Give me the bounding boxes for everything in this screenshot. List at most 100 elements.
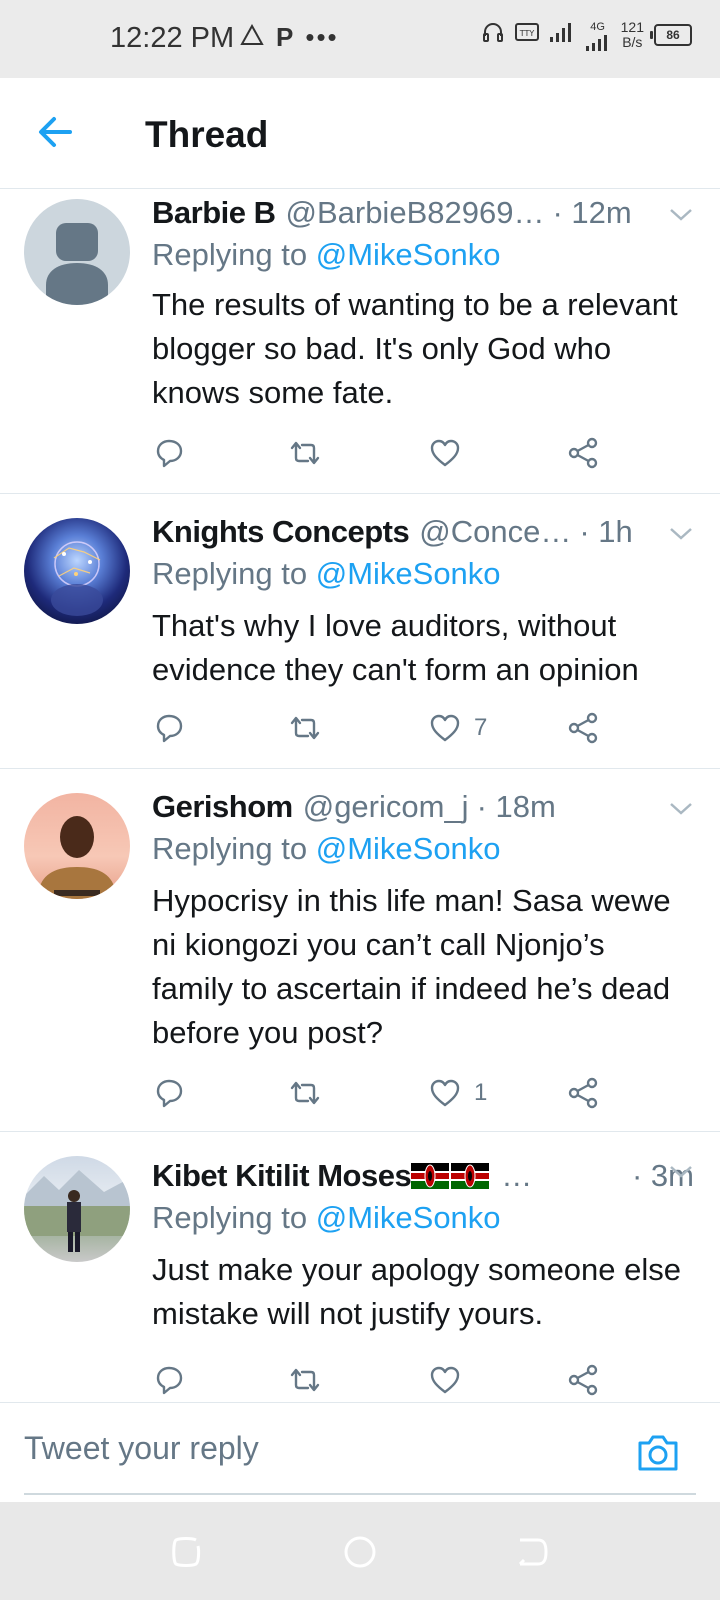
avatar[interactable]	[24, 793, 130, 899]
tweet-text: The results of wanting to be a relevant …	[152, 287, 678, 410]
default-avatar-icon	[46, 223, 108, 305]
reply-button[interactable]	[152, 1360, 186, 1400]
back-button[interactable]	[34, 110, 78, 154]
tweet-author-handle[interactable]: @BarbieB82969…	[285, 195, 544, 231]
tweet-timestamp: · 12m	[552, 195, 632, 230]
like-count: 1	[474, 1079, 488, 1106]
headphones-icon	[481, 20, 505, 49]
warning-icon	[240, 22, 264, 53]
brain-network-avatar-icon	[51, 541, 103, 616]
heart-icon	[430, 1366, 460, 1394]
reply-icon	[156, 1079, 183, 1108]
share-button[interactable]	[566, 433, 600, 473]
replying-to: Replying to @MikeSonko	[152, 831, 501, 866]
share-button[interactable]	[566, 1073, 600, 1113]
reply-button[interactable]	[152, 433, 186, 473]
camera-icon	[638, 1435, 678, 1471]
heart-icon	[430, 1079, 460, 1107]
avatar[interactable]	[24, 518, 130, 624]
retweet-icon	[290, 1081, 320, 1105]
recent-apps-button[interactable]	[166, 1532, 206, 1572]
system-nav-bar	[0, 1502, 720, 1600]
tweet-author-handle[interactable]: @gericom_j	[303, 789, 469, 825]
tweet-actions	[152, 433, 612, 473]
tweet-text: Just make your apology someone else mist…	[152, 1252, 682, 1331]
chevron-down-icon[interactable]	[668, 799, 694, 819]
reply-button[interactable]	[152, 1073, 186, 1113]
tweet[interactable]: Kibet Kitilit Moses … · 3m Replying to @…	[0, 1132, 720, 1402]
tweet-author-handle[interactable]: …	[501, 1158, 532, 1194]
home-circle-icon	[344, 1536, 376, 1568]
tweet[interactable]: Knights Concepts @Conce… · 1h Replying t…	[0, 494, 720, 769]
retweet-button[interactable]	[288, 708, 322, 748]
heart-icon	[430, 714, 460, 742]
mention-link[interactable]: @MikeSonko	[316, 1200, 501, 1235]
like-button[interactable]	[428, 1360, 474, 1400]
kenya-flag-icon	[411, 1163, 490, 1189]
replying-to: Replying to @MikeSonko	[152, 1200, 501, 1235]
retweet-icon	[290, 716, 320, 740]
tweet[interactable]: Barbie B @BarbieB82969… · 12m Replying t…	[0, 189, 720, 494]
person-photo-avatar-icon	[38, 816, 116, 899]
more-notifications-icon: •••	[305, 22, 339, 52]
signal-4g-label: 4G	[585, 18, 611, 51]
status-bar: 12:22 PM P ••• TTY 4G 121 B/s 86	[0, 0, 720, 78]
mention-link[interactable]: @MikeSonko	[316, 556, 501, 591]
recent-apps-icon	[172, 1537, 201, 1567]
reply-input[interactable]: Tweet your reply	[24, 1403, 696, 1495]
back-arrow-icon	[39, 117, 72, 147]
reply-button[interactable]	[152, 708, 186, 748]
camera-button[interactable]	[636, 1433, 680, 1473]
tweet[interactable]: Gerishom @gericom_j · 18m Replying to @M…	[0, 769, 720, 1132]
replying-to: Replying to @MikeSonko	[152, 556, 501, 591]
heart-icon	[430, 439, 460, 467]
reply-icon	[156, 439, 183, 468]
chevron-down-icon[interactable]	[668, 524, 694, 544]
replying-to: Replying to @MikeSonko	[152, 237, 501, 272]
retweet-button[interactable]	[288, 433, 322, 473]
parking-icon: P	[276, 22, 294, 52]
retweet-button[interactable]	[288, 1073, 322, 1113]
tweet-author-handle[interactable]: @Conce…	[419, 514, 571, 550]
back-nav-icon	[518, 1538, 548, 1566]
avatar[interactable]	[24, 1156, 130, 1262]
like-count: 7	[474, 714, 488, 741]
mention-link[interactable]: @MikeSonko	[316, 831, 501, 866]
avatar[interactable]	[24, 199, 130, 305]
home-button[interactable]	[340, 1532, 380, 1572]
mention-link[interactable]: @MikeSonko	[316, 237, 501, 272]
tweet-text: That's why I love auditors, without evid…	[152, 608, 639, 687]
reply-icon	[156, 714, 183, 743]
share-icon	[568, 437, 598, 469]
battery-indicator: 86	[650, 23, 692, 46]
tweet-actions: 1	[152, 1073, 612, 1113]
share-icon	[568, 712, 598, 744]
tweet-actions	[152, 1360, 612, 1400]
back-nav-button[interactable]	[512, 1532, 552, 1572]
tweet-text: Hypocrisy in this life man! Sasa wewe ni…	[152, 883, 671, 1050]
signal-icon	[549, 21, 575, 48]
reply-composer: Tweet your reply	[0, 1402, 720, 1503]
network-speed: 121 B/s	[620, 18, 644, 50]
share-button[interactable]	[566, 1360, 600, 1400]
person-outdoor-photo-avatar-icon	[24, 1170, 130, 1252]
tweet-author-name[interactable]: Kibet Kitilit Moses	[152, 1158, 412, 1194]
share-button[interactable]	[566, 708, 600, 748]
retweet-button[interactable]	[288, 1360, 322, 1400]
tweet-author-name[interactable]: Knights Concepts	[152, 514, 410, 550]
tweet-author-name[interactable]: Barbie B	[152, 195, 276, 231]
share-icon	[568, 1364, 598, 1396]
reply-icon	[156, 1366, 183, 1395]
like-button[interactable]	[428, 433, 474, 473]
tweet-actions: 7	[152, 708, 612, 748]
like-button[interactable]: 7	[428, 708, 487, 748]
tweet-author-name[interactable]: Gerishom	[152, 789, 293, 825]
retweet-icon	[290, 441, 320, 465]
tty-icon: TTY	[514, 22, 539, 47]
like-button[interactable]: 1	[428, 1073, 487, 1113]
retweet-icon	[290, 1368, 320, 1392]
svg-text:TTY: TTY	[518, 29, 534, 38]
share-icon	[568, 1077, 598, 1109]
chevron-down-icon[interactable]	[668, 1162, 694, 1182]
chevron-down-icon[interactable]	[668, 205, 694, 225]
